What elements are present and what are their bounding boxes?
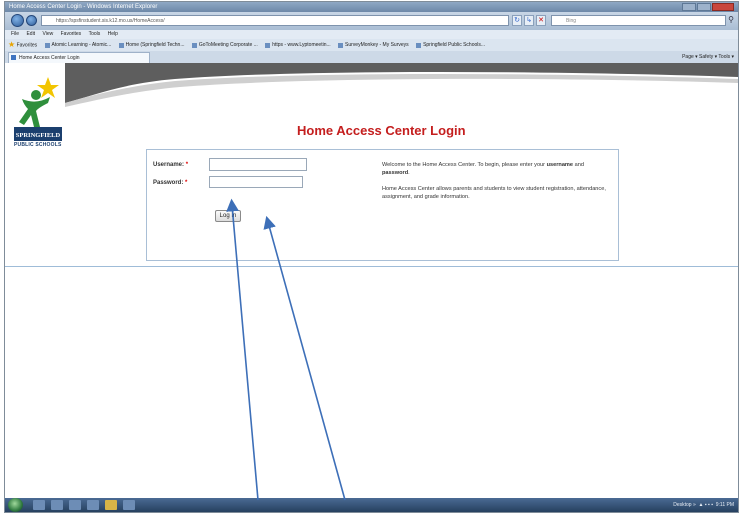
forward-arrow-icon[interactable] bbox=[26, 15, 37, 26]
taskbar-app-icon[interactable] bbox=[87, 500, 99, 510]
title-bar: Home Access Center Login - Windows Inter… bbox=[5, 2, 738, 12]
menu-view[interactable]: View bbox=[42, 31, 53, 37]
favorites-label[interactable]: Favorites bbox=[17, 42, 38, 48]
tab-row: Home Access Center Login Page ▾ Safety ▾… bbox=[5, 51, 738, 63]
logo-text: SPRINGFIELD bbox=[16, 132, 61, 139]
maximize-button[interactable] bbox=[697, 3, 711, 11]
taskbar-app-icon[interactable] bbox=[51, 500, 63, 510]
taskbar-app-icon[interactable] bbox=[69, 500, 81, 510]
minimize-button[interactable] bbox=[682, 3, 696, 11]
menu-file[interactable]: File bbox=[11, 31, 19, 37]
username-label: Username: * bbox=[153, 162, 189, 168]
welcome-text: Welcome to the Home Access Center. To be… bbox=[382, 162, 584, 176]
springfield-logo: SPRINGFIELD bbox=[14, 77, 62, 141]
favorite-item[interactable]: GoToMeeting Corporate ... bbox=[191, 42, 258, 48]
taskbar-ie-icon[interactable] bbox=[33, 500, 45, 510]
favorite-item[interactable]: SurveyMonkey - My Surveys bbox=[338, 42, 409, 48]
page-icon bbox=[416, 42, 422, 48]
refresh-icon[interactable]: ↻ bbox=[512, 15, 522, 26]
tab-label: Home Access Center Login bbox=[19, 55, 80, 61]
password-input[interactable] bbox=[209, 176, 303, 188]
close-button[interactable] bbox=[712, 3, 734, 11]
start-button[interactable] bbox=[8, 498, 23, 512]
compat-icon[interactable]: ↳ bbox=[524, 15, 534, 26]
page-title: Home Access Center Login bbox=[297, 123, 466, 138]
taskbar-app-icon[interactable] bbox=[123, 500, 135, 510]
address-bar[interactable]: https://spsfinstudent.sis.k12.mo.us/Home… bbox=[41, 15, 509, 26]
logo-subtext: PUBLIC SCHOOLS bbox=[14, 142, 62, 148]
tab-home-access[interactable]: Home Access Center Login bbox=[8, 52, 150, 63]
system-tray: Desktop » ▲ ▪ ▪ ▪ 9:11 PM bbox=[673, 502, 734, 508]
menu-edit[interactable]: Edit bbox=[26, 31, 35, 37]
taskbar-folder-icon[interactable] bbox=[105, 500, 117, 510]
page-content: SPRINGFIELD PUBLIC SCHOOLS Home Access C… bbox=[5, 63, 738, 498]
about-text: Home Access Center allows parents and st… bbox=[382, 186, 606, 200]
username-input[interactable] bbox=[209, 158, 307, 171]
tray-clock[interactable]: 9:11 PM bbox=[716, 502, 734, 508]
favorite-item[interactable]: Atomic Learning - Atomic... bbox=[44, 42, 111, 48]
stop-icon[interactable]: ✕ bbox=[536, 15, 546, 26]
favorite-item[interactable]: https - www.Lyptomeetin... bbox=[265, 42, 331, 48]
menu-tools[interactable]: Tools bbox=[89, 31, 101, 37]
tray-desktop[interactable]: Desktop » bbox=[673, 502, 696, 508]
address-row: https://spsfinstudent.sis.k12.mo.us/Home… bbox=[5, 12, 738, 30]
page-icon bbox=[11, 55, 16, 60]
login-panel: Username: * Password: * Log In Welcome t… bbox=[146, 149, 619, 261]
menu-favorites[interactable]: Favorites bbox=[61, 31, 82, 37]
header-swoosh bbox=[65, 63, 738, 107]
login-button[interactable]: Log In bbox=[215, 210, 241, 222]
favorite-item[interactable]: Home (Springfield Techn... bbox=[118, 42, 184, 48]
address-url: https://spsfinstudent.sis.k12.mo.us/Home… bbox=[56, 18, 165, 24]
menu-help[interactable]: Help bbox=[108, 31, 118, 37]
taskbar: Desktop » ▲ ▪ ▪ ▪ 9:11 PM bbox=[5, 498, 738, 512]
page-icon bbox=[191, 42, 197, 48]
page-icon bbox=[44, 42, 50, 48]
search-icon[interactable]: ⚲ bbox=[728, 15, 734, 24]
page-icon bbox=[118, 42, 124, 48]
favorites-star-icon[interactable]: ★ bbox=[8, 40, 15, 49]
page-icon bbox=[338, 42, 344, 48]
browser-window: Home Access Center Login - Windows Inter… bbox=[4, 1, 739, 513]
command-bar[interactable]: Page ▾ Safety ▾ Tools ▾ bbox=[682, 52, 734, 62]
search-box[interactable]: Bing bbox=[551, 15, 726, 26]
page-icon bbox=[265, 42, 271, 48]
search-placeholder: Bing bbox=[566, 18, 577, 24]
window-title: Home Access Center Login - Windows Inter… bbox=[9, 4, 158, 10]
back-arrow-icon[interactable] bbox=[11, 14, 24, 27]
password-label: Password: * bbox=[153, 180, 188, 186]
divider bbox=[5, 266, 738, 267]
menu-bar: File Edit View Favorites Tools Help bbox=[5, 30, 738, 39]
favorite-item[interactable]: Springfield Public Schools... bbox=[416, 42, 485, 48]
